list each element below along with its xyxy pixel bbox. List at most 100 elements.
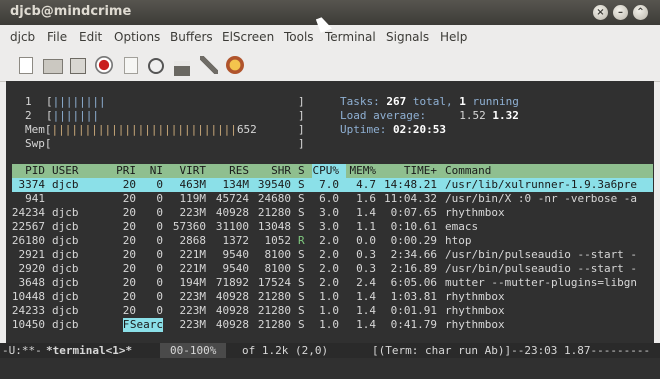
- table-row[interactable]: 22567 djcb 20 0 57360 31100 13048 S 3.0 1.1 0:10.6…: [6, 220, 654, 234]
- menu-signals[interactable]: Signals: [386, 30, 429, 44]
- menu-help[interactable]: Help: [440, 30, 467, 44]
- menu-options[interactable]: Options: [114, 30, 160, 44]
- cell-s: S: [298, 192, 305, 205]
- cell-virt: VIRT: [179, 164, 207, 177]
- menu-terminal[interactable]: Terminal: [325, 30, 376, 44]
- cell-user: djcb: [52, 290, 79, 303]
- cell-pid: 2921: [18, 248, 46, 261]
- table-row[interactable]: 941 20 0 119M 45724 24680 S 6.0 1.6 11:04.32/usr/…: [6, 192, 654, 206]
- title-bar[interactable]: djcb@mindcrime × – ⌃: [0, 0, 660, 25]
- cell-s: S: [298, 220, 305, 233]
- menu-tools[interactable]: Tools: [284, 30, 314, 44]
- cell-pid: 3648: [18, 276, 46, 289]
- menu-file[interactable]: File: [47, 30, 67, 44]
- cell-pid: 10448: [11, 290, 46, 303]
- find-icon[interactable]: [148, 58, 164, 74]
- cell-res: 31100: [215, 220, 250, 233]
- table-row[interactable]: 26180 djcb 20 0 2868 1372 1052 R 2.0 0.0 0:00.29 ht…: [6, 234, 654, 248]
- echo-area[interactable]: [0, 358, 660, 379]
- help-icon[interactable]: [226, 56, 244, 74]
- table-header-row[interactable]: PID USER PRI NI VIRT RES SHR S CPU% MEM% TIME+ Comm…: [6, 164, 654, 178]
- cell-virt: 223M: [179, 304, 207, 317]
- cell-shr: 8100: [264, 262, 292, 275]
- cell-s: S: [298, 276, 305, 289]
- cell-pri: 20: [122, 248, 136, 261]
- table-row[interactable]: 10450djcbF3Searc223M4092821280S1.01.40:4…: [6, 318, 654, 332]
- cell-pri: 20: [122, 262, 136, 275]
- close-button[interactable]: ×: [593, 5, 608, 20]
- cell-command: Command: [445, 164, 492, 177]
- cell-shr: 17524: [257, 276, 292, 289]
- cell-cpu: 3.0: [319, 220, 339, 233]
- cell-pid: 941: [25, 192, 45, 205]
- cell-virt: 223M: [179, 318, 207, 331]
- menu-buffers[interactable]: Buffers: [170, 30, 213, 44]
- table-row[interactable]: 3648 djcb 20 0 194M 71892 17524 S 2.0 2.4 6:05.06 m…: [6, 276, 654, 290]
- cell-shr: 24680: [257, 192, 292, 205]
- cell-time: 14:48.21: [384, 178, 438, 191]
- cell-user: djcb: [52, 178, 79, 191]
- cell-pid: 24233: [11, 304, 46, 317]
- cell-command: /usr/bin/X :0 -nr -verbose -a: [445, 192, 638, 205]
- new-file-icon[interactable]: [19, 57, 33, 74]
- cell-user: djcb: [52, 248, 79, 261]
- cell-mem: 1.4: [356, 318, 376, 331]
- table-row[interactable]: 2921 djcb 20 0 221M 9540 8100 S 2.0 0.3 2:34.66/us…: [6, 248, 654, 262]
- open-folder-icon[interactable]: [43, 59, 63, 74]
- cell-command: rhythmbox: [445, 304, 505, 317]
- cell-pid: 10450: [11, 318, 46, 331]
- cell-s: S: [298, 290, 305, 303]
- modeline-status: -U:**-: [2, 344, 42, 357]
- window-title: djcb@mindcrime: [10, 4, 132, 19]
- terminal-area[interactable]: 1 [|||||||| ] 2 [||||||| ] Mem[|||||||||…: [6, 81, 654, 343]
- cell-user: djcb: [52, 234, 79, 247]
- cell-time: 0:07.65: [390, 206, 438, 219]
- cell-virt: 194M: [179, 276, 207, 289]
- cell-pri: 20: [122, 192, 136, 205]
- cell-time: 2:16.89: [390, 262, 438, 275]
- cell-virt: 463M: [179, 178, 207, 191]
- cell-time: 0:01.91: [390, 304, 438, 317]
- table-row[interactable]: 10448 djcb 20 0 223M 40928 21280 S 1.0 1.4 1:03.81…: [6, 290, 654, 304]
- cell-ni: 0: [156, 248, 163, 261]
- cell-pid: 3374: [18, 178, 46, 191]
- menu-djcb[interactable]: djcb: [10, 30, 35, 44]
- tools-icon[interactable]: [200, 56, 218, 74]
- print-icon[interactable]: [174, 61, 190, 76]
- menu-elscreen[interactable]: ElScreen: [222, 30, 274, 44]
- cell-pid: 24234: [11, 206, 46, 219]
- uptime: Uptime: 02:20:53: [340, 123, 446, 136]
- mode-line: -U:**- *terminal<1>* 00-100% of 1.2k (2,…: [0, 343, 660, 358]
- table-row[interactable]: 2920 djcb 20 0 221M 9540 8100 S 2.0 0.3 2:16.89/us…: [6, 262, 654, 276]
- cell-pri: 20: [122, 206, 136, 219]
- cell-time: 0:41.79: [390, 318, 438, 331]
- cell-user: djcb: [52, 262, 79, 275]
- cell-cpu: 2.0: [319, 262, 339, 275]
- table-row[interactable]: 24234 djcb 20 0 223M 40928 21280 S 3.0 1.4 0:07.65…: [6, 206, 654, 220]
- cell-ni: NI: [149, 164, 163, 177]
- load-average: Load average: 1.52 1.32: [340, 109, 519, 122]
- cell-time: 1:03.81: [390, 290, 438, 303]
- cell-res: RES: [229, 164, 249, 177]
- cell-ni: 0: [156, 290, 163, 303]
- cell-virt: 2868: [179, 234, 207, 247]
- cell-command: /usr/bin/pulseaudio --start -: [445, 262, 638, 275]
- cell-mem: 1.4: [356, 304, 376, 317]
- cell-time: TIME+: [403, 164, 438, 177]
- cell-res: 40928: [215, 206, 250, 219]
- maximize-button[interactable]: ⌃: [633, 5, 648, 20]
- cell-time: 11:04.32: [384, 192, 438, 205]
- menu-edit[interactable]: Edit: [79, 30, 102, 44]
- table-row[interactable]: 3374 djcb 20 0 463M 134M 39540 S 7.0 4.7 14:48.21 /…: [6, 178, 654, 192]
- cell-cpu: 2.0: [319, 234, 339, 247]
- cell-ni: 0: [156, 276, 163, 289]
- record-icon[interactable]: [95, 56, 113, 74]
- copy-icon[interactable]: [124, 57, 138, 74]
- table-row[interactable]: 24233 djcb 20 0 223M 40928 21280 S 1.0 1.4 0:01.91…: [6, 304, 654, 318]
- cell-cpu: 7.0: [319, 178, 339, 191]
- cell-virt: 57360: [172, 220, 207, 233]
- tasks-summary: Tasks: 267 total, 1 running: [340, 95, 519, 108]
- minimize-button[interactable]: –: [613, 5, 628, 20]
- save-icon[interactable]: [70, 58, 86, 74]
- cell-user: djcb: [52, 318, 79, 331]
